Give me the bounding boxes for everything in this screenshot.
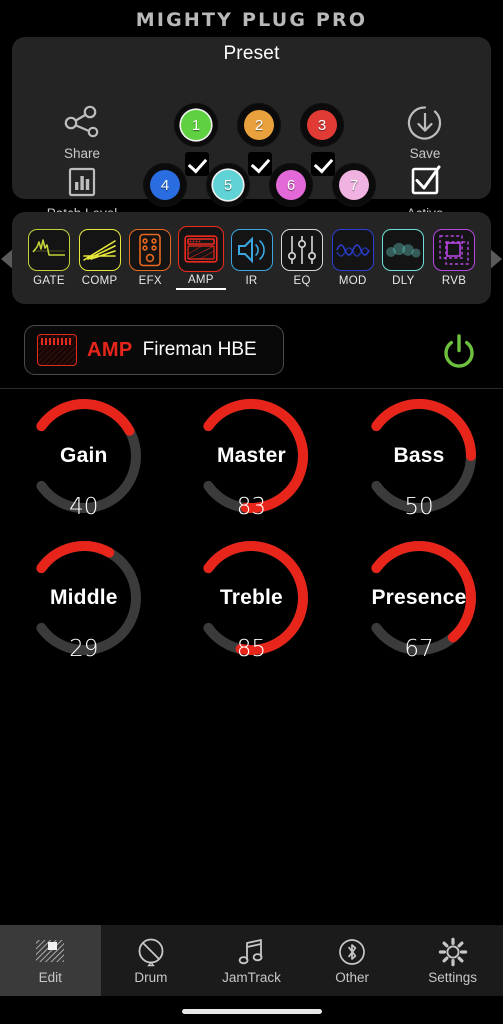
fx-slot-mod[interactable]: MOD bbox=[328, 229, 378, 287]
fx-label-efx: EFX bbox=[138, 275, 162, 287]
power-icon bbox=[444, 334, 474, 368]
knob-label-master: Master bbox=[216, 444, 286, 467]
fx-icon-mod-icon bbox=[331, 229, 374, 271]
fx-label-dly: DLY bbox=[392, 275, 415, 287]
knob-label-bass: Bass bbox=[393, 444, 445, 467]
bottom-tab-bar: Edit Drum JamTrack Other Settings bbox=[0, 925, 503, 996]
fx-slot-amp[interactable]: AMP bbox=[175, 226, 226, 290]
fx-slot-efx[interactable]: EFX bbox=[125, 229, 175, 287]
fx-icon-efx-icon bbox=[129, 229, 172, 271]
save-label: Save bbox=[409, 146, 441, 161]
fx-label-gate: GATE bbox=[33, 275, 65, 287]
preset-number-3: 3 bbox=[307, 110, 337, 140]
fx-label-comp: COMP bbox=[81, 275, 118, 287]
knob-label-gain: Gain bbox=[60, 444, 108, 467]
preset-button-6[interactable]: 6 bbox=[269, 163, 313, 207]
preset-button-3[interactable]: 3 bbox=[300, 103, 344, 147]
fx-icon-amp-icon bbox=[177, 226, 224, 272]
knob-value-treble: 85 bbox=[236, 636, 267, 662]
fx-slot-eq[interactable]: EQ bbox=[277, 229, 327, 287]
fx-icon-comp-icon bbox=[78, 229, 121, 271]
tab-label-edit: Edit bbox=[38, 969, 62, 985]
knob-value-bass: 50 bbox=[404, 494, 434, 520]
music-note-icon bbox=[236, 937, 266, 967]
knob-presence[interactable]: Presence 67 bbox=[335, 534, 503, 676]
knob-label-presence: Presence bbox=[371, 586, 467, 609]
fx-icon-ir-icon bbox=[230, 229, 273, 271]
preset-panel: Preset Share Patch Level bbox=[12, 37, 491, 236]
fx-icon-eq-icon bbox=[281, 229, 324, 271]
fx-icon-dly-icon bbox=[382, 229, 425, 271]
checkbox-checked-icon bbox=[377, 163, 473, 205]
amp-name-label: Fireman HBE bbox=[142, 339, 257, 360]
knob-gain[interactable]: Gain 40 bbox=[0, 392, 168, 534]
fx-icon-gate-icon bbox=[28, 229, 70, 271]
fx-label-eq: EQ bbox=[293, 275, 311, 287]
preset-number-2: 2 bbox=[244, 110, 274, 140]
preset-button-2[interactable]: 2 bbox=[237, 103, 281, 147]
fx-label-mod: MOD bbox=[338, 275, 367, 287]
fx-label-rvb: RVB bbox=[441, 275, 467, 287]
preset-button-1[interactable]: 1 bbox=[174, 103, 218, 147]
share-icon bbox=[34, 103, 130, 145]
preset-button-7[interactable]: 7 bbox=[332, 163, 376, 207]
preset-number-6: 6 bbox=[276, 170, 306, 200]
fx-chain-strip: GATE COMP EFX AMP IR EQ MOD DLY RVB bbox=[12, 212, 491, 304]
knob-treble[interactable]: Treble 85 bbox=[168, 534, 336, 676]
tab-label-drum: Drum bbox=[134, 969, 168, 985]
preset-button-4[interactable]: 4 bbox=[143, 163, 187, 207]
fx-slot-comp[interactable]: COMP bbox=[75, 229, 125, 287]
knob-value-middle: 29 bbox=[69, 636, 99, 662]
knob-value-master: 83 bbox=[236, 494, 267, 520]
fx-label-ir: IR bbox=[245, 275, 258, 287]
knob-middle[interactable]: Middle 29 bbox=[0, 534, 168, 676]
preset-panel-title: Preset bbox=[223, 43, 280, 64]
knob-master[interactable]: Master 83 bbox=[168, 392, 336, 534]
page-title: MIGHTY PLUG PRO bbox=[135, 9, 368, 31]
tab-label-jamtrack: JamTrack bbox=[222, 969, 281, 985]
fx-slot-ir[interactable]: IR bbox=[227, 229, 277, 287]
section-divider bbox=[0, 388, 503, 389]
fx-slot-dly[interactable]: DLY bbox=[378, 229, 428, 287]
tab-label-other: Other bbox=[335, 969, 369, 985]
drum-nodrum-icon bbox=[136, 937, 166, 967]
knob-bass[interactable]: Bass 50 bbox=[335, 392, 503, 534]
tab-other[interactable]: Other bbox=[302, 925, 403, 996]
fx-slot-rvb[interactable]: RVB bbox=[429, 229, 479, 287]
tab-jamtrack[interactable]: JamTrack bbox=[201, 925, 302, 996]
knob-value-gain: 40 bbox=[69, 494, 99, 520]
tab-label-settings: Settings bbox=[428, 969, 478, 985]
fx-icon-rvb-icon bbox=[433, 229, 475, 271]
amp-selector-row: AMP Fireman HBE bbox=[0, 318, 503, 388]
bar-chart-icon bbox=[34, 163, 130, 205]
knob-label-middle: Middle bbox=[49, 586, 118, 609]
knob-value-presence: 67 bbox=[404, 636, 434, 662]
knob-label-treble: Treble bbox=[219, 586, 283, 609]
share-button[interactable]: Share bbox=[34, 103, 130, 161]
amp-selector-chip[interactable]: AMP Fireman HBE bbox=[24, 325, 284, 375]
tab-drum[interactable]: Drum bbox=[101, 925, 202, 996]
power-button[interactable] bbox=[439, 332, 479, 377]
knob-grid: Gain 40 Master 83 Bass 50 Middle 29 Treble 85 Pres… bbox=[0, 392, 503, 676]
share-label: Share bbox=[63, 146, 101, 161]
preset-number-1: 1 bbox=[181, 110, 211, 140]
home-indicator bbox=[181, 1009, 322, 1014]
fx-label-amp: AMP bbox=[175, 274, 226, 290]
fx-slot-gate[interactable]: GATE bbox=[24, 229, 74, 287]
preset-number-5: 5 bbox=[213, 170, 243, 200]
save-download-icon bbox=[377, 103, 473, 145]
preset-button-5[interactable]: 5 bbox=[206, 163, 250, 207]
preset-number-7: 7 bbox=[339, 170, 369, 200]
amp-cabinet-icon bbox=[37, 334, 77, 366]
preset-number-4: 4 bbox=[150, 170, 180, 200]
bluetooth-icon bbox=[337, 937, 367, 967]
edit-grid-icon bbox=[35, 937, 65, 967]
tab-edit[interactable]: Edit bbox=[0, 925, 101, 996]
save-button[interactable]: Save bbox=[377, 103, 473, 161]
gear-icon bbox=[438, 937, 468, 967]
tab-settings[interactable]: Settings bbox=[402, 925, 503, 996]
amp-kind-label: AMP bbox=[87, 338, 133, 361]
